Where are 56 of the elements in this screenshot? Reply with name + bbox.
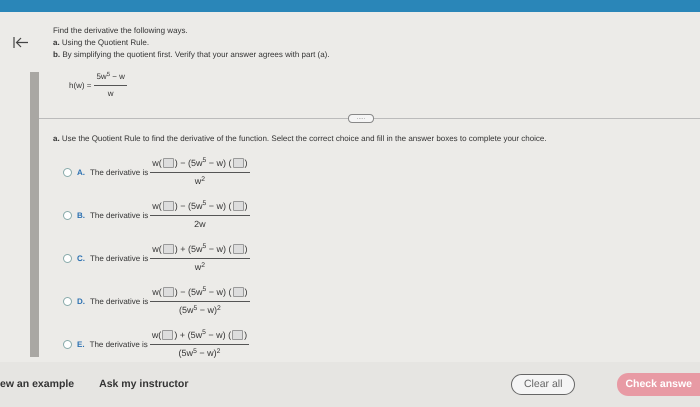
radio-button[interactable]	[63, 211, 72, 220]
choice-letter: D.	[77, 296, 85, 308]
answer-box[interactable]	[162, 158, 174, 168]
clear-all-button[interactable]: Clear all	[510, 374, 576, 396]
choice-text: The derivative is	[90, 338, 148, 350]
function-label: h(w) =	[69, 80, 92, 90]
answer-box[interactable]	[162, 330, 174, 340]
radio-button[interactable]	[63, 254, 72, 263]
question-text: a. Use the Quotient Rule to find the derivative of the function. Select the correct choice and fill in the answer boxes to complete your choice.	[53, 133, 548, 145]
problem-part: a. Using the Quotient Rule.	[53, 37, 150, 49]
math-text: )	[244, 286, 248, 296]
back-to-start-icon[interactable]	[13, 36, 29, 49]
math-text: )	[244, 244, 248, 254]
math-text: (5w$^{5}$ − w)$^{2}$	[178, 304, 221, 317]
math-text: w(	[152, 200, 162, 210]
function-fraction: 5w$^{5}$ − w w	[94, 71, 127, 100]
choice-letter: C.	[77, 252, 85, 264]
help-link[interactable]: Ask my instructor	[99, 376, 188, 392]
math-text: ) − (5w$^{5}$ − w) (	[174, 158, 232, 168]
answer-box[interactable]	[162, 201, 174, 212]
math-text: ) + (5w$^{5}$ − w) (	[174, 244, 232, 254]
math-text: )	[244, 330, 248, 340]
choice-text: The derivative is	[90, 296, 148, 308]
answer-box[interactable]	[232, 287, 244, 298]
answer-box[interactable]	[232, 158, 244, 168]
help-link[interactable]: ew an example	[0, 376, 74, 392]
answer-box[interactable]	[162, 244, 174, 254]
math-text: ) − (5w$^{5}$ − w) (	[174, 286, 232, 296]
math-text: ) + (5w$^{5}$ − w) (	[174, 330, 232, 340]
choice-text: The derivative is	[90, 252, 148, 264]
choice-letter: E.	[77, 338, 85, 350]
scrollbar[interactable]	[30, 72, 39, 357]
math-text: )	[244, 158, 248, 168]
radio-button[interactable]	[63, 297, 72, 306]
answer-box[interactable]	[232, 244, 244, 254]
radio-button[interactable]	[63, 340, 72, 349]
problem-part: b. By simplifying the quotient first. Verify that your answer agrees with part (a).	[53, 49, 331, 61]
radio-button[interactable]	[63, 168, 72, 177]
math-text: w(	[152, 158, 162, 168]
choice-text: The derivative is	[90, 210, 148, 222]
choice-letter: B.	[77, 210, 85, 222]
math-text: 2w	[194, 218, 206, 231]
answer-box[interactable]	[232, 330, 244, 340]
choice-letter: A.	[77, 166, 85, 178]
problem-text: Find the derivative the following ways.	[53, 25, 189, 37]
math-text: ) − (5w$^{5}$ − w) (	[174, 200, 232, 210]
choice-text: The derivative is	[90, 166, 148, 178]
math-text: w$^{2}$	[194, 174, 206, 188]
answer-box[interactable]	[232, 201, 244, 212]
math-text: w$^{2}$	[194, 260, 206, 274]
answer-box[interactable]	[162, 287, 174, 298]
math-text: w(	[152, 330, 162, 340]
math-text: )	[244, 200, 248, 210]
math-text: w(	[152, 244, 162, 254]
math-text: (5w$^{5}$ − w)$^{2}$	[178, 346, 220, 360]
math-text: w(	[152, 286, 162, 296]
